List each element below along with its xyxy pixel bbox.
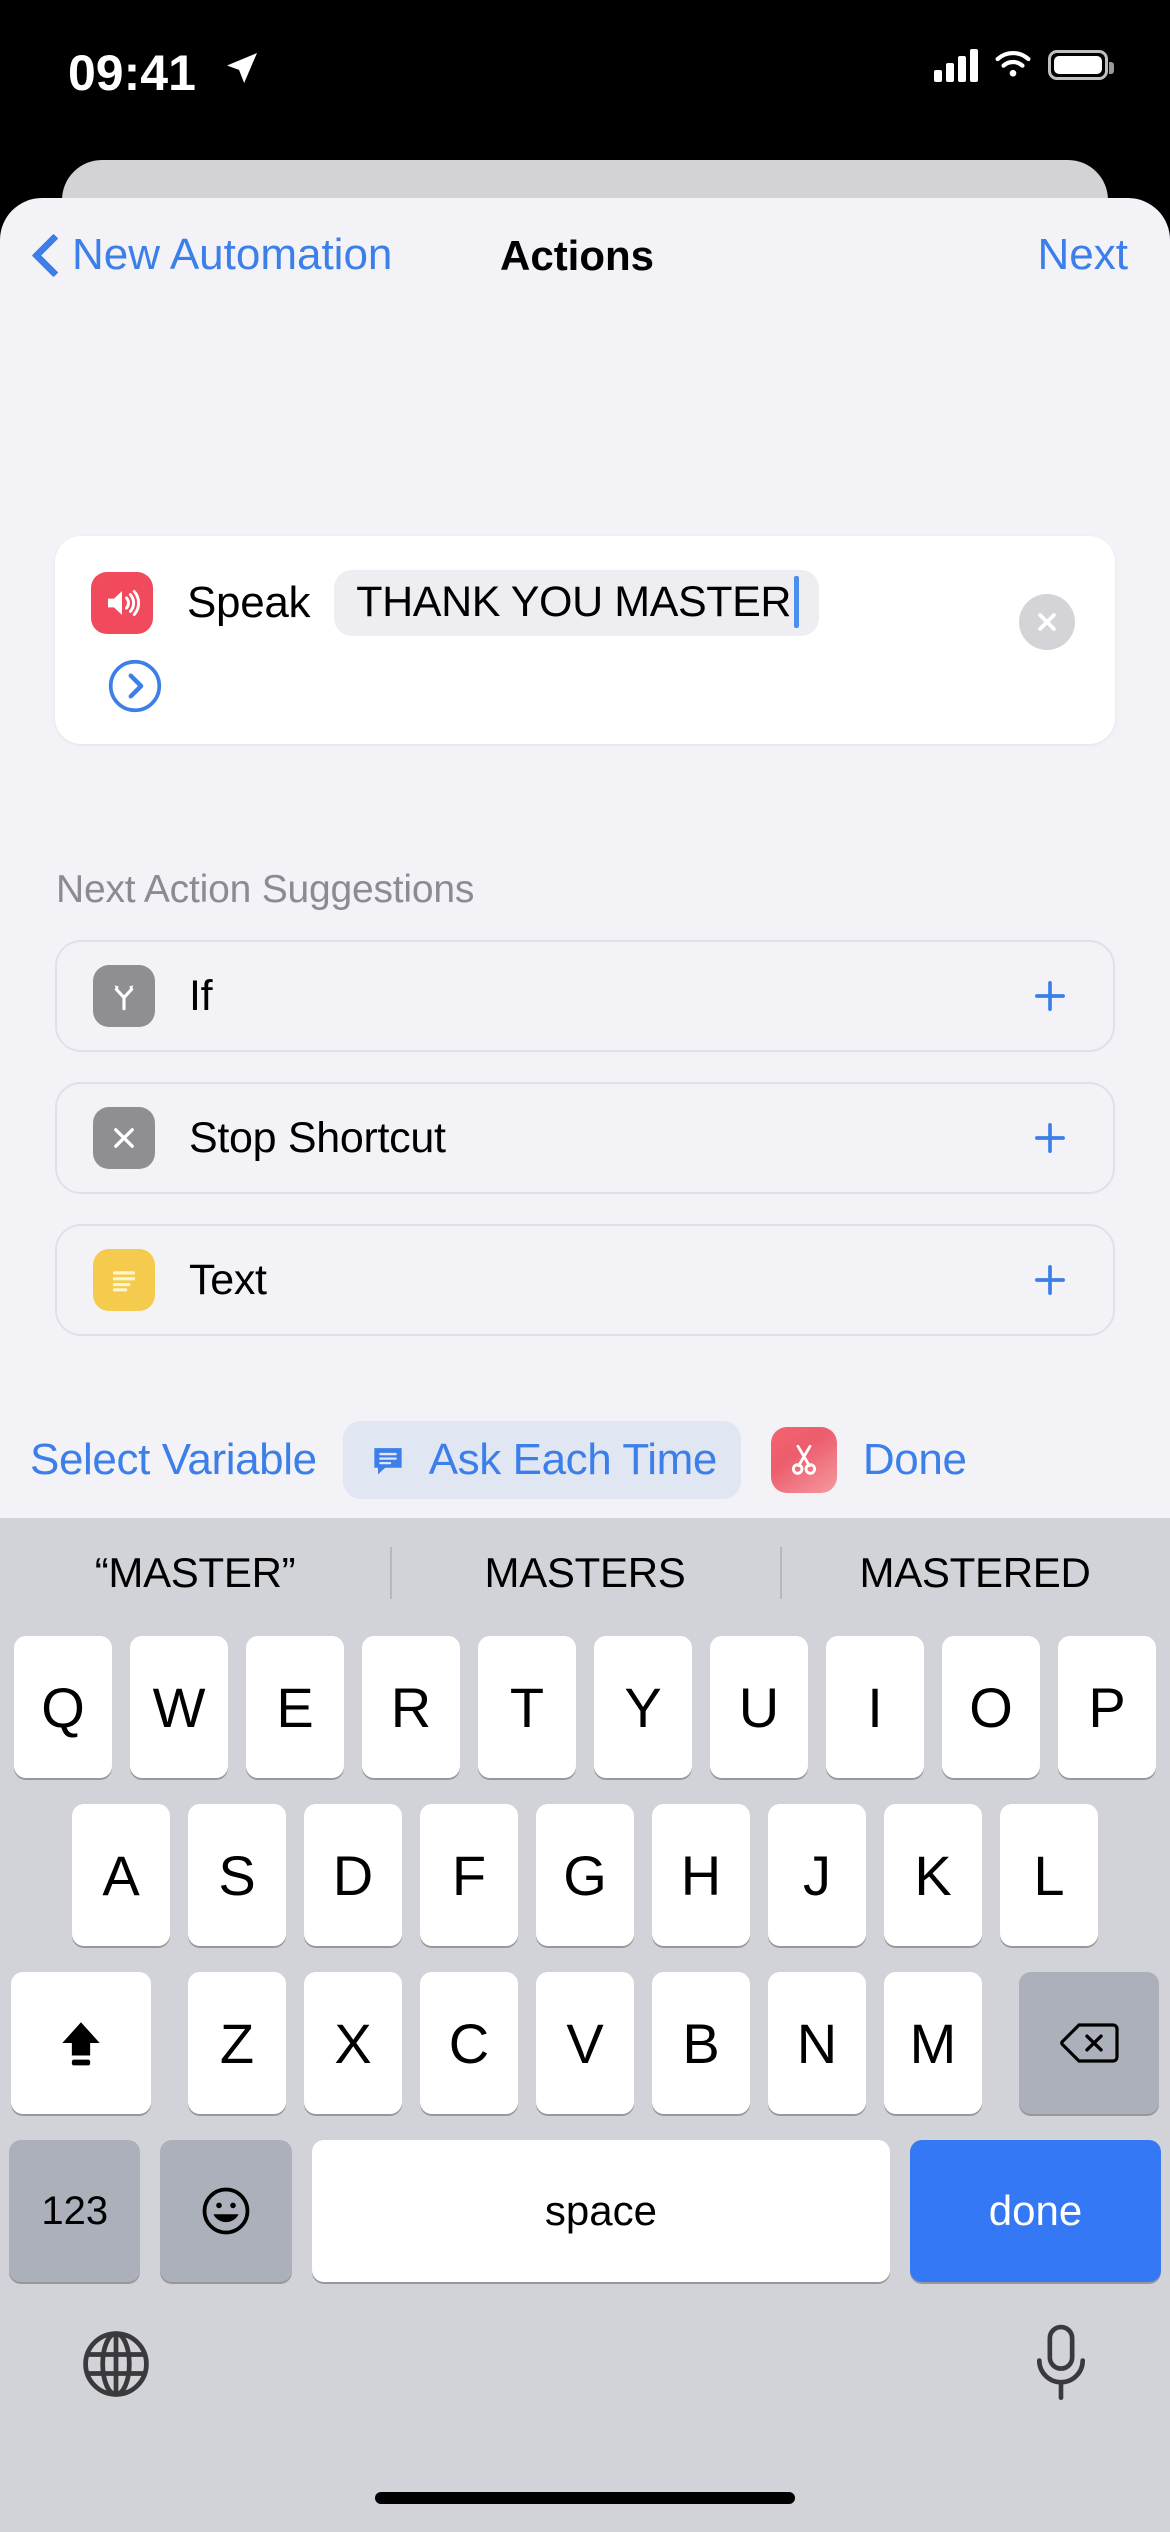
emoji-key[interactable]	[160, 2140, 292, 2282]
text-lines-icon	[93, 1249, 155, 1311]
key-a[interactable]: A	[72, 1804, 170, 1946]
shift-key[interactable]	[11, 1972, 151, 2114]
key-d[interactable]: D	[304, 1804, 402, 1946]
on-screen-keyboard: “MASTER” MASTERS MASTERED Q W E R T Y U …	[0, 1518, 1170, 2532]
suggestion-row-if[interactable]: If	[55, 940, 1115, 1052]
globe-icon[interactable]	[78, 2326, 154, 2402]
key-h[interactable]: H	[652, 1804, 750, 1946]
key-k[interactable]: K	[884, 1804, 982, 1946]
suggestion-label: If	[189, 971, 213, 1020]
key-q[interactable]: Q	[14, 1636, 112, 1778]
key-p[interactable]: P	[1058, 1636, 1156, 1778]
space-key[interactable]: space	[311, 2140, 890, 2282]
keyboard-row-2: A S D F G H J K L	[0, 1804, 1170, 1946]
autocorrect-suggestion[interactable]: MASTERED	[780, 1549, 1170, 1597]
key-s[interactable]: S	[188, 1804, 286, 1946]
plus-icon[interactable]	[1029, 1259, 1071, 1301]
keyboard-bottom-row	[0, 2308, 1170, 2448]
ask-each-time-label: Ask Each Time	[428, 1435, 718, 1484]
autocorrect-suggestion[interactable]: “MASTER”	[0, 1549, 390, 1597]
keyboard-row-3: Z X C V B N M	[0, 1972, 1170, 2114]
cellular-signal-icon	[934, 48, 978, 82]
key-o[interactable]: O	[942, 1636, 1040, 1778]
speech-bubble-icon	[374, 1448, 402, 1475]
page-title: Actions	[500, 232, 655, 279]
keyboard-row-4: 123 space done	[0, 2140, 1170, 2282]
branch-fork-icon	[93, 965, 155, 1027]
key-v[interactable]: V	[536, 1972, 634, 2114]
x-mark-icon	[93, 1107, 155, 1169]
keyboard-rows: Q W E R T Y U I O P A S D F G H J K L Z …	[0, 1628, 1170, 2448]
remove-action-button[interactable]	[1019, 594, 1075, 650]
key-c[interactable]: C	[420, 1972, 518, 2114]
close-icon	[1038, 613, 1056, 631]
key-u[interactable]: U	[710, 1636, 808, 1778]
numbers-key[interactable]: 123	[9, 2140, 141, 2282]
wifi-icon	[995, 51, 1031, 77]
actions-sheet: New Automation Actions Next Speak THANK	[0, 198, 1170, 1518]
suggestion-row-text[interactable]: Text	[55, 1224, 1115, 1336]
chevron-right-circle-icon[interactable]	[107, 658, 163, 714]
plus-icon[interactable]	[1029, 1117, 1071, 1159]
back-button-label: New Automation	[72, 230, 393, 279]
key-i[interactable]: I	[826, 1636, 924, 1778]
location-arrow-icon	[227, 53, 257, 83]
speak-action-label: Speak	[187, 578, 311, 627]
battery-icon	[1048, 50, 1114, 80]
speak-action-row: Speak THANK YOU MASTER	[91, 570, 820, 636]
home-indicator	[375, 2492, 795, 2504]
status-bar: 09:41	[0, 0, 1170, 148]
key-z[interactable]: Z	[188, 1972, 286, 2114]
key-f[interactable]: F	[420, 1804, 518, 1946]
speaker-wave-icon	[91, 572, 153, 634]
key-x[interactable]: X	[304, 1972, 402, 2114]
autocorrect-suggestion-bar: “MASTER” MASTERS MASTERED	[0, 1518, 1170, 1628]
scissors-icon[interactable]	[770, 1427, 837, 1493]
key-r[interactable]: R	[362, 1636, 460, 1778]
microphone-icon[interactable]	[1030, 2322, 1092, 2404]
backspace-icon	[1060, 2023, 1119, 2063]
speak-text-input[interactable]: THANK YOU MASTER	[334, 570, 820, 636]
input-accessory-toolbar: Select Variable Ask Each Time Done	[0, 1404, 1170, 1516]
suggestion-label: Text	[189, 1255, 267, 1304]
key-l[interactable]: L	[1000, 1804, 1098, 1946]
backspace-key[interactable]	[1019, 1972, 1159, 2114]
status-bar-indicators	[934, 48, 1114, 82]
key-w[interactable]: W	[130, 1636, 228, 1778]
navigation-bar: New Automation Actions Next	[0, 198, 1170, 318]
suggestions-list: If Stop Shortcut Text	[55, 940, 1115, 1366]
next-button[interactable]: Next	[1038, 230, 1128, 280]
suggestion-divider	[780, 1547, 782, 1599]
suggestion-divider	[390, 1547, 392, 1599]
key-m[interactable]: M	[884, 1972, 982, 2114]
key-e[interactable]: E	[246, 1636, 344, 1778]
speak-action-card[interactable]: Speak THANK YOU MASTER	[55, 536, 1115, 744]
emoji-smiley-icon	[202, 2187, 250, 2235]
suggestion-row-stop-shortcut[interactable]: Stop Shortcut	[55, 1082, 1115, 1194]
select-variable-button[interactable]: Select Variable	[30, 1435, 317, 1485]
keyboard-row-1: Q W E R T Y U I O P	[0, 1636, 1170, 1778]
text-cursor	[794, 576, 800, 628]
ask-each-time-button[interactable]: Ask Each Time	[342, 1421, 741, 1499]
key-n[interactable]: N	[768, 1972, 866, 2114]
key-g[interactable]: G	[536, 1804, 634, 1946]
key-y[interactable]: Y	[594, 1636, 692, 1778]
done-toolbar-button[interactable]: Done	[863, 1435, 967, 1485]
speak-text-value: THANK YOU MASTER	[356, 577, 792, 626]
shift-lock-icon	[62, 2022, 100, 2066]
status-bar-time: 09:41	[68, 45, 196, 101]
suggestions-header: Next Action Suggestions	[56, 868, 475, 911]
iphone-screen: 09:41 New Automation Actions Next Speak …	[0, 0, 1170, 2532]
key-t[interactable]: T	[478, 1636, 576, 1778]
suggestion-label: Stop Shortcut	[189, 1113, 446, 1162]
chevron-left-icon	[34, 236, 56, 274]
plus-icon[interactable]	[1029, 975, 1071, 1017]
key-b[interactable]: B	[652, 1972, 750, 2114]
key-j[interactable]: J	[768, 1804, 866, 1946]
back-button[interactable]: New Automation	[34, 230, 392, 280]
autocorrect-suggestion[interactable]: MASTERS	[390, 1549, 780, 1597]
keyboard-done-key[interactable]: done	[909, 2140, 1161, 2282]
